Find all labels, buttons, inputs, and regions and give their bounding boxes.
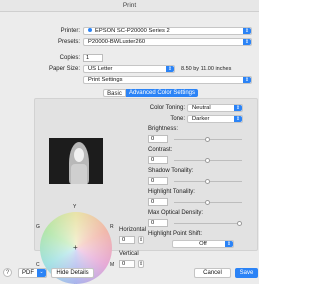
tone-label: Tone: — [170, 116, 185, 122]
shadow-tonality-slider[interactable] — [174, 179, 242, 184]
paper-dimensions: 8.50 by 11.00 inches — [181, 66, 232, 72]
max-optical-density-label: Max Optical Density: — [148, 210, 204, 216]
shadow-tonality-slider-thumb[interactable] — [205, 179, 210, 184]
highlight-point-shift-select[interactable]: Off ⇕ — [172, 240, 234, 248]
printer-value: EPSON SC-P20000 Series 2 — [95, 28, 170, 34]
wheel-label-g: G — [36, 224, 40, 230]
pdf-menu-button[interactable]: PDF ⌄ — [18, 268, 47, 278]
horizontal-field[interactable]: 0 — [119, 236, 135, 244]
highlight-tonality-field[interactable]: 0 — [148, 198, 168, 206]
printer-label: Printer: — [60, 28, 80, 34]
save-button[interactable]: Save — [235, 268, 258, 278]
shadow-tonality-label: Shadow Tonality: — [148, 168, 194, 174]
section-select[interactable]: Print Settings ⇕ — [83, 76, 252, 84]
shadow-tonality-field[interactable]: 0 — [148, 177, 168, 185]
chevron-updown-icon: ⇕ — [234, 116, 242, 122]
highlight-point-shift-value: Off — [199, 241, 207, 247]
highlight-tonality-slider[interactable] — [174, 200, 242, 205]
help-button[interactable]: ? — [3, 268, 12, 277]
paper-size-label: Paper Size: — [48, 66, 80, 72]
printer-status-icon — [88, 28, 92, 33]
presets-value: P20000-BWLuster260 — [88, 39, 146, 45]
crosshair-icon[interactable]: + — [73, 244, 78, 252]
horizontal-stepper[interactable]: ⇕ — [138, 236, 144, 244]
brightness-slider[interactable] — [174, 137, 242, 142]
copies-field[interactable]: 1 — [83, 54, 103, 62]
presets-label: Presets: — [57, 39, 80, 45]
highlight-point-shift-label: Highlight Point Shift: — [148, 231, 203, 237]
contrast-slider[interactable] — [174, 158, 242, 163]
brightness-field[interactable]: 0 — [148, 135, 168, 143]
printer-select[interactable]: EPSON SC-P20000 Series 2 ⇕ — [83, 27, 252, 35]
title-bar: Print — [0, 0, 259, 12]
horizontal-label: Horizontal — [119, 227, 147, 233]
hide-details-button[interactable]: Hide Details — [51, 268, 94, 278]
print-dialog: Print Printer: EPSON SC-P20000 Series 2 … — [0, 0, 259, 284]
max-optical-density-field[interactable]: 0 — [148, 219, 168, 227]
chevron-updown-icon: ⇕ — [243, 39, 251, 45]
chevron-updown-icon: ⇕ — [225, 241, 233, 247]
color-toning-label: Color Toning: — [149, 105, 185, 111]
highlight-tonality-label: Highlight Tonality: — [148, 189, 195, 195]
color-toning-value: Neutral — [192, 105, 211, 111]
window-title: Print — [122, 2, 137, 9]
preview-image — [49, 138, 103, 184]
brightness-label: Brightness: — [148, 126, 179, 132]
color-toning-select[interactable]: Neutral ⇕ — [187, 104, 243, 112]
tab-advanced-color-settings[interactable]: Advanced Color Settings — [126, 89, 198, 97]
copies-label: Copies: — [59, 55, 80, 61]
pdf-label: PDF — [22, 270, 34, 276]
tone-value: Darker — [192, 116, 210, 122]
wheel-label-y: Y — [73, 204, 77, 210]
tab-basic[interactable]: Basic — [103, 89, 126, 97]
chevron-updown-icon: ⇕ — [234, 105, 242, 111]
tone-select[interactable]: Darker ⇕ — [187, 115, 243, 123]
paper-size-select[interactable]: US Letter ⇕ — [83, 65, 175, 73]
max-optical-density-slider-thumb[interactable] — [237, 221, 242, 226]
chevron-updown-icon: ⇕ — [243, 28, 251, 34]
chevron-updown-icon: ⇕ — [166, 66, 174, 72]
wheel-label-r: R — [110, 224, 114, 230]
brightness-slider-thumb[interactable] — [205, 137, 210, 142]
section-value: Print Settings — [88, 77, 123, 83]
wheel-label-m: M — [110, 262, 115, 268]
contrast-label: Contrast: — [148, 147, 173, 153]
advanced-color-panel: Y G R C M B + Horizontal 0 ⇕ Vertical 0 … — [34, 98, 258, 284]
chevron-updown-icon: ⇕ — [243, 77, 251, 83]
vertical-label: Vertical — [119, 251, 139, 257]
vertical-field[interactable]: 0 — [119, 260, 135, 268]
max-optical-density-slider[interactable] — [174, 221, 242, 226]
vertical-stepper[interactable]: ⇕ — [138, 260, 144, 268]
contrast-field[interactable]: 0 — [148, 156, 168, 164]
paper-size-value: US Letter — [88, 66, 113, 72]
cancel-button[interactable]: Cancel — [194, 268, 231, 278]
presets-select[interactable]: P20000-BWLuster260 ⇕ — [83, 38, 252, 46]
highlight-tonality-slider-thumb[interactable] — [205, 200, 210, 205]
chevron-down-icon: ⌄ — [37, 269, 46, 277]
contrast-slider-thumb[interactable] — [205, 158, 210, 163]
